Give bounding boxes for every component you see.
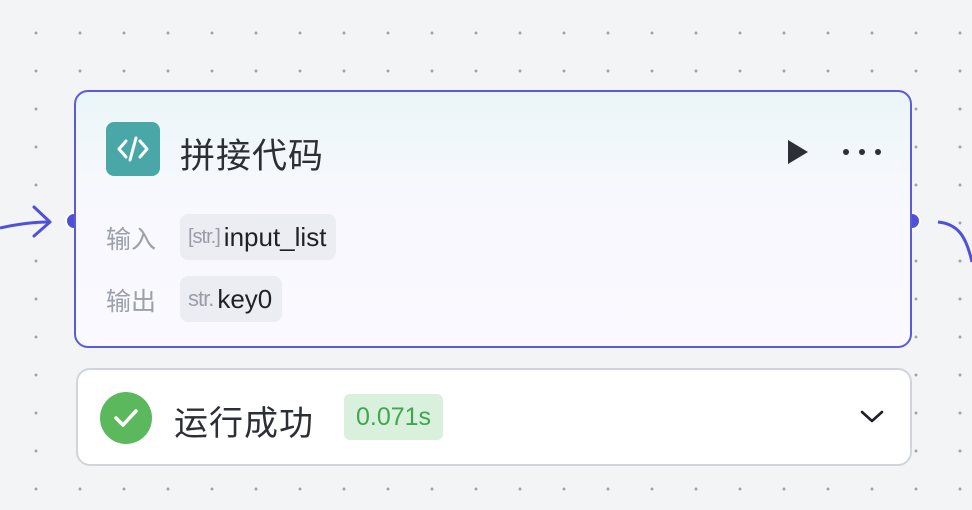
incoming-arrowhead-icon: [32, 205, 52, 238]
input-label: 输入: [106, 225, 157, 254]
run-status-text: 运行成功: [174, 404, 314, 444]
more-horizontal-icon: [843, 149, 881, 155]
output-variable-name: key0: [217, 283, 273, 314]
outgoing-edge: [937, 220, 972, 263]
node-title[interactable]: 拼接代码: [180, 128, 324, 179]
play-icon: [788, 140, 808, 164]
input-variable-tag[interactable]: [str.] input_list: [180, 214, 337, 260]
string-type-icon: str.: [188, 286, 214, 311]
expand-toggle[interactable]: [858, 406, 886, 426]
run-duration-badge: 0.071s: [344, 394, 444, 440]
chevron-down-icon: [860, 410, 884, 423]
more-button[interactable]: [840, 142, 884, 162]
output-variable-tag[interactable]: str. key0: [180, 276, 283, 322]
incoming-edge: [0, 220, 49, 230]
code-icon: [106, 122, 160, 176]
run-button[interactable]: [782, 136, 812, 168]
string-array-type-icon: [str.]: [188, 225, 221, 248]
check-circle-icon: [100, 392, 152, 444]
code-node-card[interactable]: 拼接代码 输入 [str.] input_list 输出 str. key0: [74, 90, 912, 348]
output-label: 输出: [106, 287, 157, 316]
input-variable-name: input_list: [223, 221, 327, 252]
run-status-panel[interactable]: 运行成功 0.071s: [76, 368, 912, 466]
